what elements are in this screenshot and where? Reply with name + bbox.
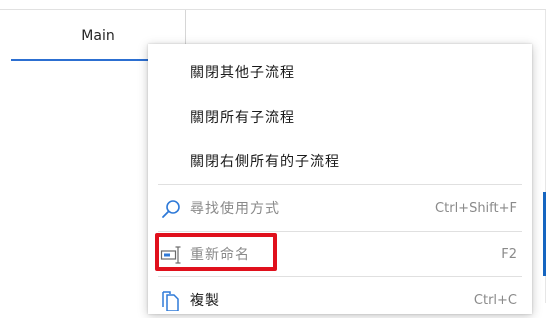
menu-item-label: 關閉右側所有的子流程 bbox=[190, 154, 340, 170]
menu-item-shortcut: F2 bbox=[501, 246, 517, 262]
menu-item-close-other-subflows[interactable]: 關閉其他子流程 bbox=[148, 54, 532, 90]
tab-main-label: Main bbox=[81, 27, 115, 44]
context-menu: 關閉其他子流程 關閉所有子流程 關閉右側所有的子流程 尋找使用方式 Ctrl+S… bbox=[148, 44, 532, 314]
menu-separator bbox=[158, 231, 522, 232]
copy-icon bbox=[160, 291, 182, 312]
menu-separator bbox=[158, 276, 522, 277]
menu-item-label: 複製 bbox=[190, 293, 220, 309]
tab-active-indicator bbox=[11, 59, 148, 61]
menu-item-label: 關閉所有子流程 bbox=[190, 110, 295, 126]
menu-item-close-all-subflows[interactable]: 關閉所有子流程 bbox=[148, 99, 532, 135]
search-icon bbox=[160, 199, 182, 219]
menu-separator bbox=[158, 184, 522, 185]
menu-item-close-subflows-to-right[interactable]: 關閉右側所有的子流程 bbox=[148, 143, 532, 179]
highlight-annotation-box bbox=[155, 233, 277, 271]
menu-item-copy[interactable]: 複製 Ctrl+C bbox=[148, 282, 532, 318]
menu-item-find-usages[interactable]: 尋找使用方式 Ctrl+Shift+F bbox=[148, 190, 532, 226]
menu-item-label: 尋找使用方式 bbox=[190, 201, 280, 217]
menu-item-shortcut: Ctrl+Shift+F bbox=[435, 200, 517, 216]
menu-item-shortcut: Ctrl+C bbox=[473, 292, 517, 308]
menu-item-label: 關閉其他子流程 bbox=[190, 65, 295, 81]
